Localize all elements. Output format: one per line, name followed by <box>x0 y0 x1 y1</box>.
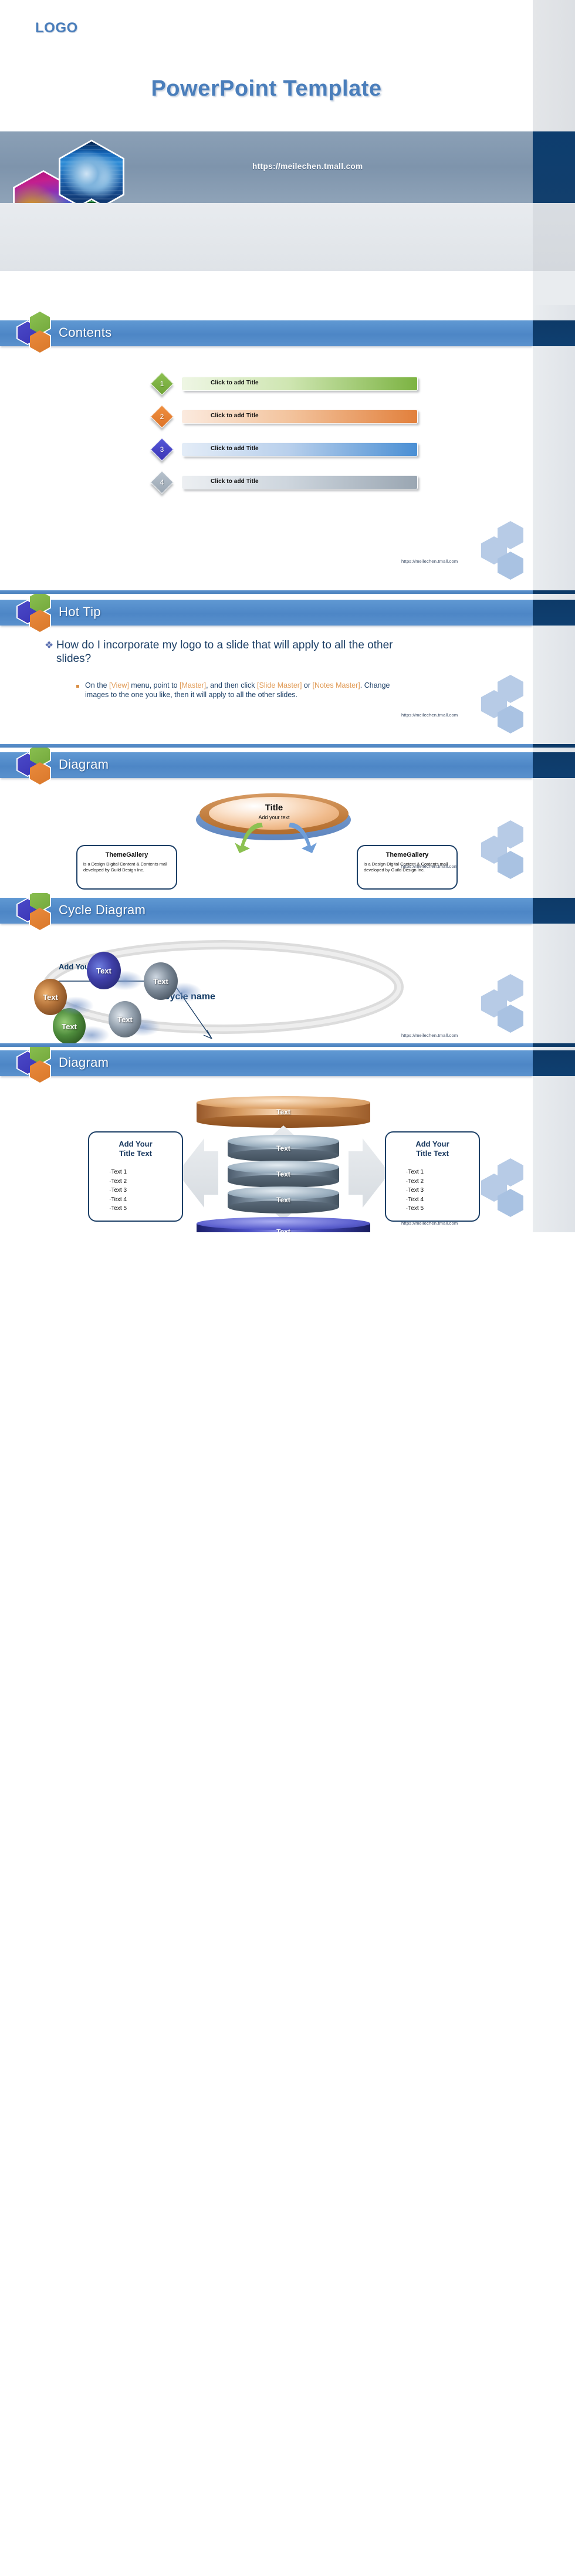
slide-cycle-diagram: Cycle Diagram Add Your Text Cycle name T… <box>0 893 575 1047</box>
stack-cylinder-2: Text <box>228 1161 339 1188</box>
page-title: Diagram <box>59 757 109 772</box>
node-label: Text <box>43 992 58 1002</box>
header-bar-dark <box>533 600 575 626</box>
node-label: Text <box>96 966 111 975</box>
footer-url: https://meilechen.tmall.com <box>401 864 458 869</box>
page-title: Diagram <box>59 1055 109 1070</box>
contents-row-label: Click to add Title <box>211 445 259 452</box>
cycle-node-gray[interactable]: Text <box>109 1001 141 1037</box>
bottom-cylinder: Text <box>197 1217 370 1232</box>
title-lower-band <box>0 203 533 271</box>
presentation-deck: LOGO PowerPoint Template https://meilech… <box>0 0 575 1232</box>
top-cylinder: Text <box>197 1096 370 1128</box>
title-banner-dark-strip <box>533 131 575 203</box>
contents-row-number: 1 <box>160 380 164 388</box>
cycle-node-brown[interactable]: Text <box>34 979 67 1015</box>
hexagon-decoration-cluster <box>481 974 552 1044</box>
contents-row-number: 4 <box>160 478 164 486</box>
hexagon-logo-icon <box>16 310 54 354</box>
node-label: Text <box>117 1015 133 1024</box>
hexagon-logo-icon <box>16 748 54 786</box>
header-bar-dark <box>533 320 575 346</box>
footer-url: https://meilechen.tmall.com <box>401 712 458 718</box>
slide-title: LOGO PowerPoint Template https://meilech… <box>0 0 575 305</box>
cylinder-label: Text <box>276 1170 290 1178</box>
header-bar-dark <box>533 898 575 924</box>
title-white-area <box>0 0 533 131</box>
page-title: PowerPoint Template <box>151 76 382 101</box>
hexagon-logo-icon <box>16 594 54 633</box>
logo-text: LOGO <box>35 20 78 36</box>
contents-row-number: 3 <box>160 445 164 454</box>
node-label: Text <box>62 1022 77 1031</box>
header-bar-dark <box>533 752 575 778</box>
cylinder-label: Text <box>276 1144 290 1152</box>
cylinder-label: Text <box>276 1108 290 1116</box>
box-heading: ThemeGallery <box>105 851 148 858</box>
page-title: Hot Tip <box>59 604 101 619</box>
cycle-node-navy[interactable]: Text <box>87 952 121 989</box>
footer-url: https://meilechen.tmall.com <box>401 1033 458 1038</box>
hexagon-decoration-cluster <box>481 521 552 591</box>
title-lower-band-right <box>533 203 575 271</box>
footer-url: https://meilechen.tmall.com <box>401 559 458 564</box>
slide-diagram-1: Diagram Title Add your text ThemeGallery… <box>0 748 575 893</box>
node-label: Text <box>153 976 168 986</box>
diamond-bullet-icon: ❖ <box>45 640 54 651</box>
box-body: is a Design Digital Content & Contents m… <box>83 861 168 873</box>
cylinder-label: Text <box>276 1228 290 1232</box>
page-title: Cycle Diagram <box>59 902 146 917</box>
slide-diagram-2: Diagram Text Text Text Text Text Add You… <box>0 1047 575 1232</box>
side-box-items: ·Text 1 ·Text 2 ·Text 3 ·Text 4 ·Text 5 <box>406 1169 424 1212</box>
hexagon-decoration-cluster <box>481 820 552 891</box>
side-box-title: Add Your Title Text <box>415 1140 449 1158</box>
banner-url: https://meilechen.tmall.com <box>252 162 363 171</box>
hexagon-decoration-cluster <box>481 1158 552 1229</box>
title-right-strip <box>533 0 575 131</box>
stack-cylinder-3: Text <box>228 1186 339 1213</box>
side-box-items: ·Text 1 ·Text 2 ·Text 3 ·Text 4 ·Text 5 <box>109 1169 127 1212</box>
hexagon-logo-icon <box>16 893 54 931</box>
contents-row-number: 2 <box>160 413 164 421</box>
side-box-left[interactable]: Add Your Title Text ·Text 1 ·Text 2 ·Tex… <box>88 1131 183 1222</box>
contents-row-label: Click to add Title <box>211 478 259 485</box>
cycle-node-slate[interactable]: Text <box>144 962 178 1000</box>
hexagon-decoration-cluster <box>481 675 552 745</box>
slide-contents: Contents Click to add Title 1 Click to a… <box>0 305 575 594</box>
slide-hot-tip: Hot Tip ❖ How do I incorporate my logo t… <box>0 594 575 748</box>
contents-row-label: Click to add Title <box>211 413 259 419</box>
contents-row-label: Click to add Title <box>211 380 259 386</box>
header-bar-dark <box>533 1050 575 1076</box>
cylinder-label: Text <box>276 1196 290 1204</box>
side-box-title: Add Your Title Text <box>119 1140 153 1158</box>
footer-url: https://meilechen.tmall.com <box>401 1221 458 1226</box>
box-heading: ThemeGallery <box>385 851 429 858</box>
side-box-right[interactable]: Add Your Title Text ·Text 1 ·Text 2 ·Tex… <box>385 1131 480 1222</box>
title-footer-white <box>0 271 533 305</box>
square-bullet-icon <box>76 685 79 688</box>
hot-tip-answer: On the [View] menu, point to [Master], a… <box>85 681 390 699</box>
theme-gallery-box-left[interactable]: ThemeGallery is a Design Digital Content… <box>76 845 177 890</box>
page-title: Contents <box>59 325 112 340</box>
stack-cylinder-1: Text <box>228 1135 339 1162</box>
hexagon-logo-icon <box>16 1047 54 1084</box>
title-footer-right <box>533 271 575 305</box>
hot-tip-question: How do I incorporate my logo to a slide … <box>56 639 393 665</box>
center-oval-title: Title <box>265 803 283 813</box>
